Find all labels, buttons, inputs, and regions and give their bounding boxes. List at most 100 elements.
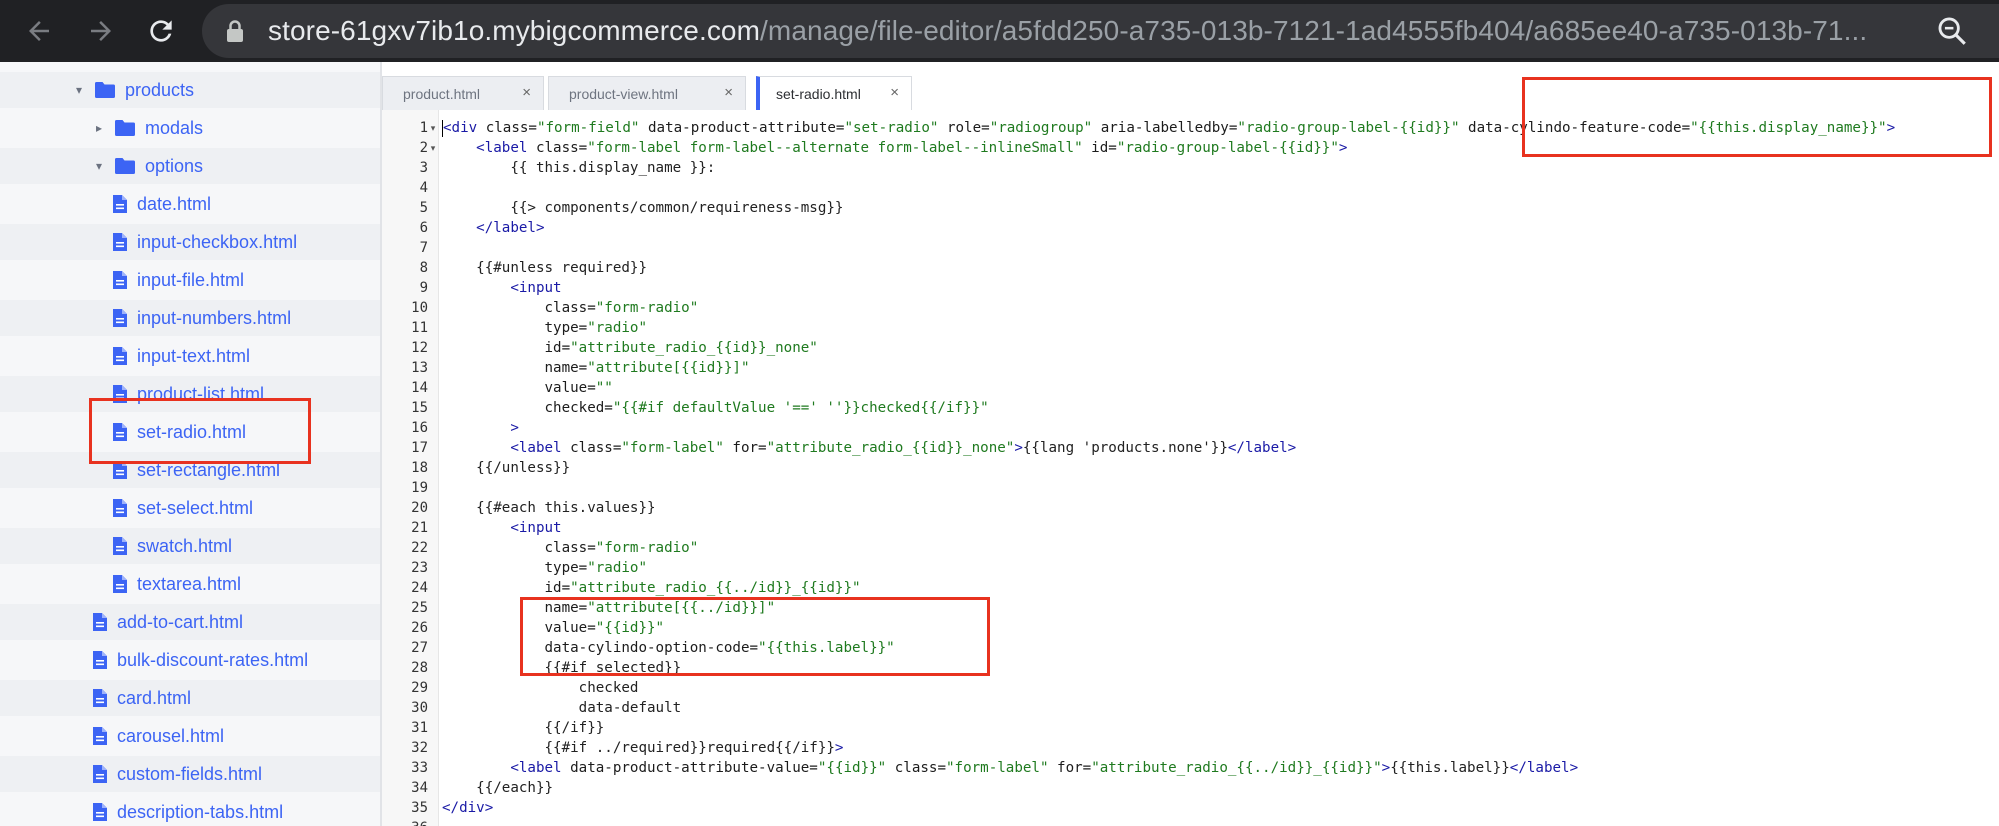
- close-icon[interactable]: ×: [522, 85, 531, 101]
- code-token: type=: [442, 560, 588, 576]
- code-line[interactable]: id="attribute_radio_{{id}}_none": [442, 338, 817, 358]
- code-line[interactable]: <div class="form-field" data-product-att…: [442, 118, 1895, 138]
- code-line[interactable]: {{#each this.values}}: [442, 498, 655, 518]
- code-token: id=: [442, 340, 571, 356]
- code-line[interactable]: {{#if selected}}: [442, 658, 681, 678]
- tab-set-radio-html[interactable]: set-radio.html ×: [756, 76, 912, 110]
- code-line[interactable]: checked: [442, 678, 639, 698]
- code-line[interactable]: {{> components/common/requireness-msg}}: [442, 198, 843, 218]
- code-line[interactable]: name="attribute[{{../id}}]": [442, 598, 775, 618]
- code-line[interactable]: type="radio": [442, 318, 647, 338]
- sidebar-item-description-tabs-html[interactable]: description-tabs.html: [0, 794, 380, 826]
- sidebar-item-bulk-discount-rates-html[interactable]: bulk-discount-rates.html: [0, 642, 380, 678]
- url-text[interactable]: store-61gxv7ib1o.mybigcommerce.com/manag…: [268, 0, 1867, 62]
- line-number: 2: [419, 140, 428, 156]
- code-token: for=: [1048, 760, 1092, 776]
- code-line[interactable]: <input: [442, 518, 561, 538]
- fold-toggle-icon[interactable]: ▾: [428, 138, 438, 158]
- sidebar-item-label: set-radio.html: [137, 421, 247, 442]
- tab-product-view-html[interactable]: product-view.html ×: [548, 76, 746, 110]
- sidebar-item-input-checkbox-html[interactable]: input-checkbox.html: [0, 224, 380, 260]
- sidebar-item-add-to-cart-html[interactable]: add-to-cart.html: [0, 604, 380, 640]
- sidebar-item-products[interactable]: ▾ products: [0, 72, 380, 108]
- code-line[interactable]: class="form-radio": [442, 538, 698, 558]
- browser-toolbar: store-61gxv7ib1o.mybigcommerce.com/manag…: [0, 0, 1999, 62]
- sidebar-item-card-html[interactable]: card.html: [0, 680, 380, 716]
- code-token: "": [595, 380, 613, 396]
- sidebar-item-label: textarea.html: [137, 573, 242, 594]
- sidebar-item-label: custom-fields.html: [117, 763, 263, 784]
- sidebar-item-modals[interactable]: ▸ modals: [0, 110, 380, 146]
- code-line[interactable]: data-cylindo-option-code="{{this.label}}…: [442, 638, 894, 658]
- code-token: data-cylindo-option-code=: [442, 640, 759, 656]
- line-number: 12: [411, 340, 428, 356]
- chevron-down-icon[interactable]: ▾: [92, 159, 106, 173]
- code-line[interactable]: checked="{{#if defaultValue '==' ''}}che…: [442, 398, 988, 418]
- line-number: 18: [411, 460, 428, 476]
- sidebar-item-set-rectangle-html[interactable]: set-rectangle.html: [0, 452, 380, 488]
- code-line[interactable]: <input: [442, 278, 561, 298]
- close-icon[interactable]: ×: [724, 85, 733, 101]
- sidebar-item-swatch-html[interactable]: swatch.html: [0, 528, 380, 564]
- line-number: 27: [411, 640, 428, 656]
- code-line[interactable]: {{#if ../required}}required{{/if}}>: [442, 738, 843, 758]
- code-token: {{ this.display_name }}:: [442, 160, 716, 176]
- code-line[interactable]: value="": [442, 378, 613, 398]
- folder-icon: [94, 81, 116, 99]
- sidebar-item-product-list-html[interactable]: product-list.html: [0, 376, 380, 412]
- code-line[interactable]: {{ this.display_name }}:: [442, 158, 715, 178]
- sidebar-item-carousel-html[interactable]: carousel.html: [0, 718, 380, 754]
- lock-icon[interactable]: [226, 19, 244, 48]
- code-line[interactable]: {{/unless}}: [442, 458, 570, 478]
- sidebar-item-input-text-html[interactable]: input-text.html: [0, 338, 380, 374]
- reload-icon[interactable]: [136, 6, 186, 56]
- code-line[interactable]: class="form-radio": [442, 298, 698, 318]
- code-token: "form-label form-label--alternate form-l…: [587, 140, 1083, 156]
- tab-label: product-view.html: [569, 85, 678, 102]
- code-line[interactable]: <label class="form-label form-label--alt…: [442, 138, 1347, 158]
- forward-arrow-icon[interactable]: [76, 6, 126, 56]
- code-token: "radio": [587, 320, 648, 336]
- fold-toggle-icon[interactable]: ▾: [428, 118, 438, 138]
- code-line[interactable]: {{#unless required}}: [442, 258, 647, 278]
- code-line[interactable]: type="radio": [442, 558, 647, 578]
- line-number: 23: [411, 560, 428, 576]
- sidebar-item-options[interactable]: ▾ options: [0, 148, 380, 184]
- code-line[interactable]: {{/if}}: [442, 718, 604, 738]
- code-token: "set-radio": [844, 120, 939, 136]
- code-line[interactable]: </label>: [442, 218, 544, 238]
- code-line[interactable]: name="attribute[{{id}}]": [442, 358, 749, 378]
- code-token: "radio-group-label-{{id}}": [1237, 120, 1460, 136]
- sidebar-item-set-radio-html[interactable]: set-radio.html: [0, 414, 380, 450]
- code-line[interactable]: {{/each}}: [442, 778, 553, 798]
- sidebar-item-input-file-html[interactable]: input-file.html: [0, 262, 380, 298]
- file-icon: [112, 574, 128, 594]
- chevron-down-icon[interactable]: ▾: [72, 83, 86, 97]
- code-line[interactable]: value="{{id}}": [442, 618, 664, 638]
- code-line[interactable]: data-default: [442, 698, 682, 718]
- code-line[interactable]: <label class="form-label" for="attribute…: [442, 438, 1296, 458]
- close-icon[interactable]: ×: [890, 85, 899, 101]
- code-token: aria-labelledby=: [1092, 120, 1238, 136]
- chevron-right-icon[interactable]: ▸: [92, 121, 106, 135]
- code-line[interactable]: </div>: [442, 798, 493, 818]
- search-zoom-icon[interactable]: [1935, 14, 1969, 48]
- sidebar-item-input-numbers-html[interactable]: input-numbers.html: [0, 300, 380, 336]
- code-line[interactable]: <label data-product-attribute-value="{{i…: [442, 758, 1578, 778]
- sidebar-item-set-select-html[interactable]: set-select.html: [0, 490, 380, 526]
- file-icon: [92, 612, 108, 632]
- line-number: 36: [382, 818, 428, 826]
- code-line[interactable]: >: [442, 418, 519, 438]
- code-line[interactable]: id="attribute_radio_{{../id}}_{{id}}": [442, 578, 860, 598]
- tab-product-html[interactable]: product.html ×: [382, 76, 544, 110]
- sidebar-item-textarea-html[interactable]: textarea.html: [0, 566, 380, 602]
- sidebar-item-date-html[interactable]: date.html: [0, 186, 380, 222]
- code-token: "form-radio": [595, 540, 699, 556]
- back-arrow-icon[interactable]: [14, 6, 64, 56]
- line-number: 6: [419, 220, 428, 236]
- line-number: 25: [411, 600, 428, 616]
- sidebar-item-custom-fields-html[interactable]: custom-fields.html: [0, 756, 380, 792]
- sidebar-item-label: product-list.html: [137, 383, 265, 404]
